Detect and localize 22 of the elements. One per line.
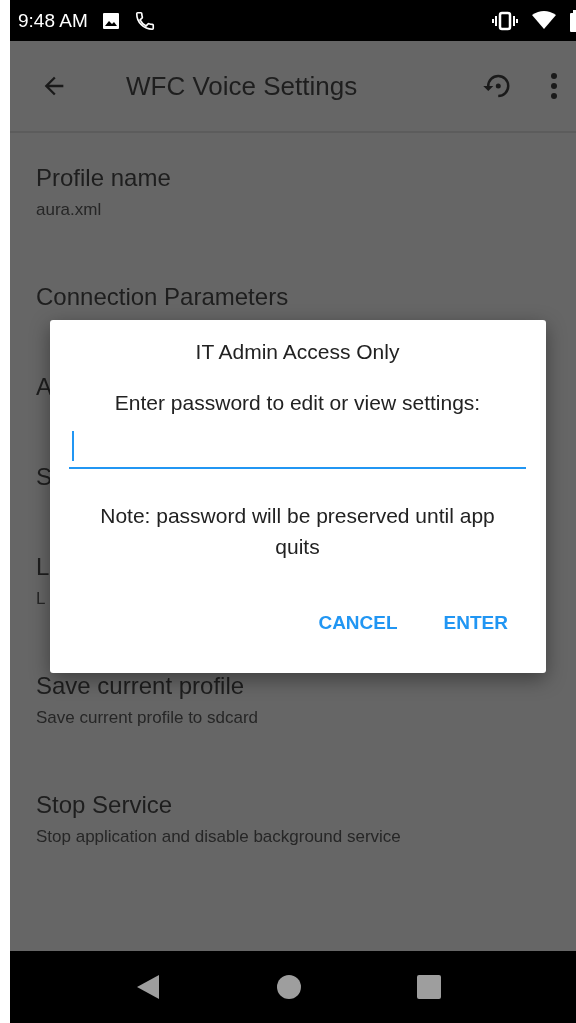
setting-summary: L <box>36 588 47 610</box>
setting-summary: Stop application and disable background service <box>36 826 402 848</box>
more-options-icon[interactable] <box>550 72 558 100</box>
home-circle-icon[interactable] <box>277 975 301 999</box>
wifi-icon <box>532 10 556 31</box>
back-triangle-icon[interactable] <box>135 973 161 1001</box>
dialog-button[interactable]: ENTER <box>425 604 526 642</box>
dialog-title: IT Admin Access Only <box>195 339 400 365</box>
dialog-prompt: Enter password to edit or view settings: <box>114 390 481 416</box>
screen-title: WFC Voice Settings <box>126 70 358 102</box>
setting-summary: aura.xml <box>36 199 103 221</box>
setting-title[interactable]: Save current profile <box>36 670 576 702</box>
dialog-button[interactable]: CANCEL <box>300 604 416 642</box>
status-time: 9:48 AM <box>18 9 88 32</box>
setting-title[interactable]: Profile name <box>36 162 576 194</box>
dialog-note: Note: password will be preserved until app quits <box>99 503 496 560</box>
setting-title[interactable]: Connection Parameters <box>36 281 576 313</box>
setting-title[interactable]: Stop Service <box>36 789 576 821</box>
image-icon <box>101 11 120 30</box>
vibrate-icon <box>492 10 518 31</box>
setting-summary: Save current profile to sdcard <box>36 707 260 729</box>
phone-icon <box>133 9 156 32</box>
